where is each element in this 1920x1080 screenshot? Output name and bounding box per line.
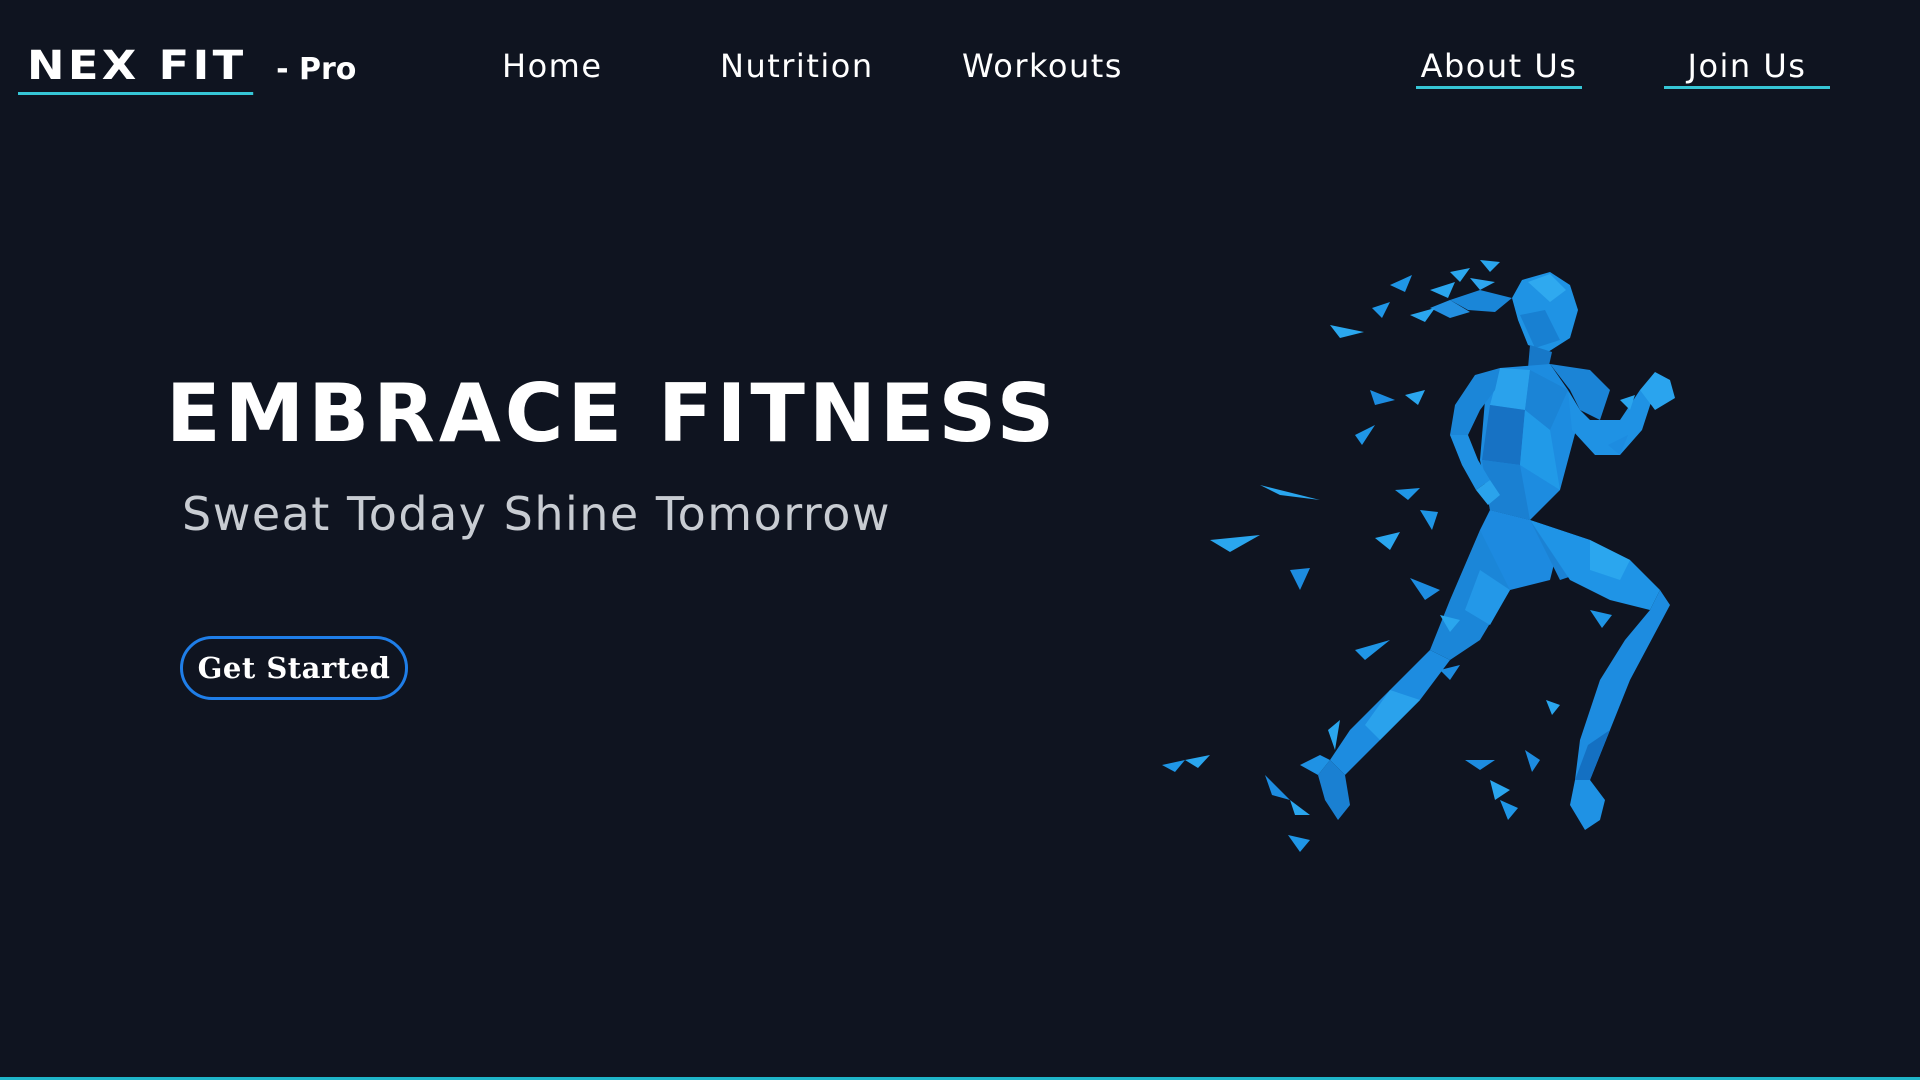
nav-link-nutrition[interactable]: Nutrition bbox=[720, 44, 874, 88]
page: NEX FIT - Pro Home Nutrition Workouts Ab… bbox=[0, 0, 1920, 1080]
join-us-underline bbox=[1664, 86, 1830, 89]
runner-body bbox=[1300, 272, 1675, 830]
logo-sub-text: - Pro bbox=[276, 52, 357, 87]
logo-main-text: NEX FIT bbox=[18, 44, 254, 95]
running-woman-illustration bbox=[1162, 260, 1675, 852]
nav-link-workouts[interactable]: Workouts bbox=[962, 44, 1123, 88]
nav-link-about-us[interactable]: About Us bbox=[1416, 44, 1582, 88]
hero-title: EMBRACE FITNESS bbox=[166, 367, 1059, 460]
nav-link-join-us[interactable]: Join Us bbox=[1664, 44, 1830, 88]
about-us-underline bbox=[1416, 86, 1582, 89]
nav-link-home[interactable]: Home bbox=[502, 44, 603, 88]
get-started-button[interactable]: Get Started bbox=[180, 636, 408, 700]
hero-subtitle: Sweat Today Shine Tomorrow bbox=[182, 487, 891, 541]
logo[interactable]: NEX FIT - Pro bbox=[18, 44, 357, 95]
